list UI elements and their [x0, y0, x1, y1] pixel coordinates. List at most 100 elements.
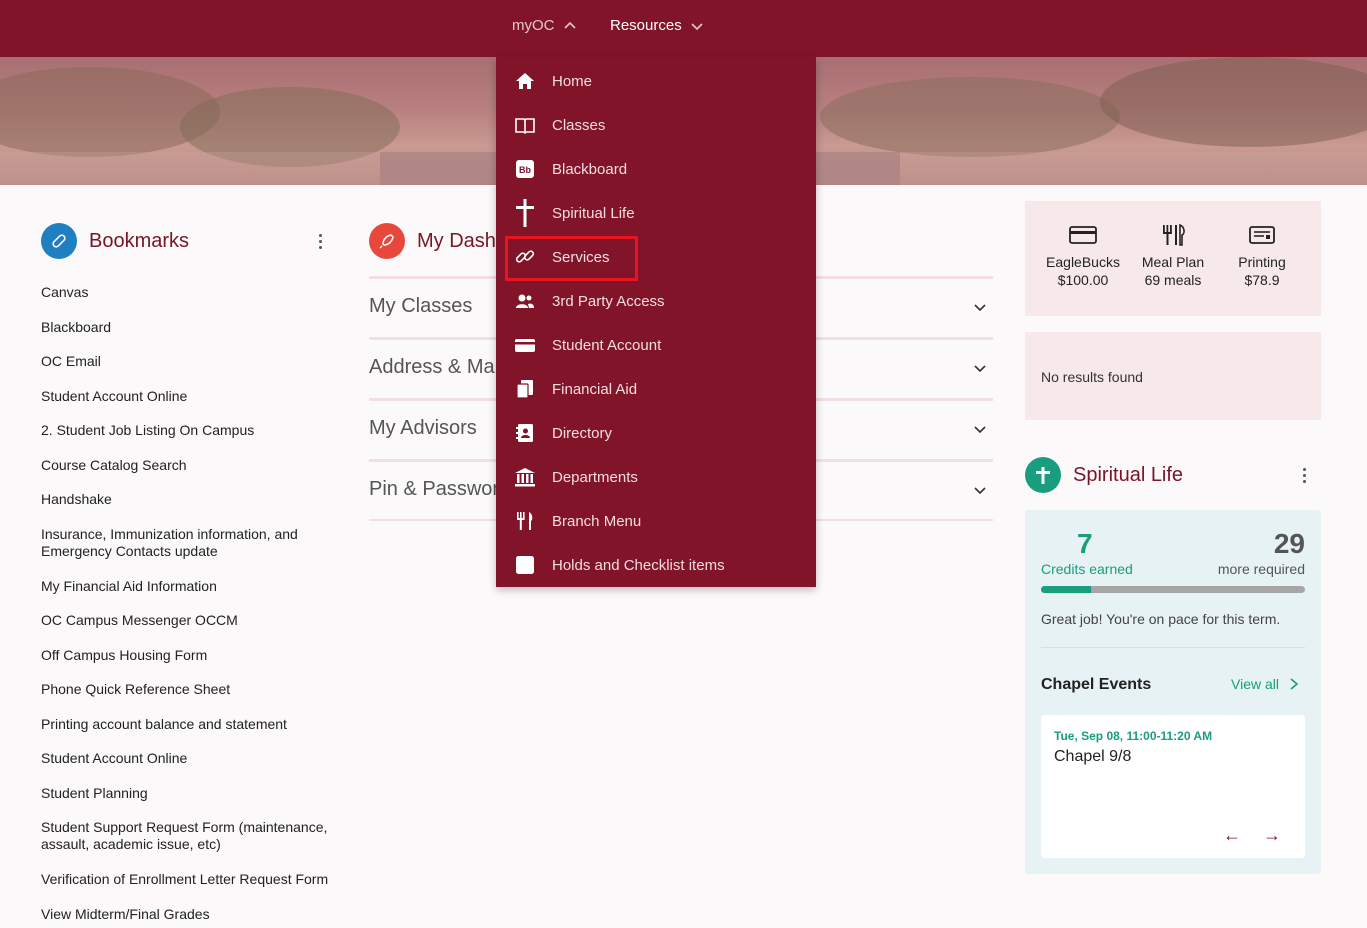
- nav-resources-label: Resources: [610, 17, 682, 34]
- bandage-icon: [41, 223, 77, 259]
- wallet-value: 69 meals: [1144, 272, 1202, 288]
- menu-item-label: Spiritual Life: [552, 204, 635, 222]
- event-date: Tue, Sep 08, 11:00-11:20 AM: [1054, 729, 1213, 743]
- chevron-down-icon: [691, 22, 703, 30]
- next-event-arrow[interactable]: →: [1263, 825, 1281, 846]
- credits-progress-fill: [1041, 586, 1092, 593]
- chapel-event-card[interactable]: Tue, Sep 08, 11:00-11:20 AM Chapel 9/8 ←…: [1041, 715, 1305, 858]
- bookmarks-more-icon[interactable]: [312, 231, 328, 251]
- resources-dropdown-menu: Home Classes Bb Blackboard Spiritual Lif…: [496, 57, 816, 587]
- view-all-link[interactable]: View all: [1231, 676, 1299, 692]
- menu-item-blackboard[interactable]: Bb Blackboard: [496, 147, 816, 191]
- credits-progress-bar: [1041, 586, 1305, 593]
- chevron-down-icon: [974, 486, 986, 494]
- nav-resources[interactable]: Resources: [610, 17, 704, 34]
- chevron-down-icon: [974, 303, 986, 311]
- accordion-label: My Classes: [369, 295, 473, 317]
- bookmark-link[interactable]: OC Campus Messenger OCCM: [41, 612, 238, 629]
- address-book-icon: [513, 421, 537, 445]
- svg-text:Bb: Bb: [519, 165, 531, 175]
- chevron-up-icon: [563, 21, 576, 29]
- dashboard-header: My Dash: [369, 223, 496, 259]
- menu-item-label: Departments: [552, 468, 638, 486]
- financial-aid-icon: [513, 377, 537, 401]
- menu-item-label: 3rd Party Access: [552, 292, 665, 310]
- bookmark-link[interactable]: Student Account Online: [41, 388, 187, 405]
- utensils-icon: [1163, 223, 1185, 246]
- menu-item-financial-aid[interactable]: Financial Aid: [496, 367, 816, 411]
- spiritual-divider: [1041, 647, 1305, 648]
- wallet-label: Printing: [1238, 254, 1286, 270]
- bookmark-link[interactable]: Canvas: [41, 284, 88, 301]
- bookmark-link[interactable]: View Midterm/Final Grades: [41, 906, 210, 923]
- building-icon: [513, 465, 537, 489]
- chevron-down-icon: [974, 364, 986, 372]
- no-results-text: No results found: [1041, 369, 1143, 385]
- bookmark-link[interactable]: Insurance, Immunization information, and…: [41, 526, 321, 560]
- menu-item-spiritual-life[interactable]: Spiritual Life: [496, 191, 816, 235]
- menu-item-home[interactable]: Home: [496, 59, 816, 103]
- bookmark-link[interactable]: Student Account Online: [41, 750, 187, 767]
- event-name: Chapel 9/8: [1054, 748, 1132, 765]
- bookmarks-header: Bookmarks: [41, 223, 189, 259]
- bookmark-link[interactable]: 2. Student Job Listing On Campus: [41, 422, 254, 439]
- menu-item-label: Blackboard: [552, 160, 628, 178]
- bookmark-link[interactable]: Course Catalog Search: [41, 457, 187, 474]
- menu-item-label: Financial Aid: [552, 380, 638, 398]
- menu-item-directory[interactable]: Directory: [496, 411, 816, 455]
- credit-card-icon: [513, 333, 537, 357]
- bookmark-link[interactable]: Blackboard: [41, 319, 111, 336]
- credits-earned-label: Credits earned: [1041, 561, 1133, 577]
- menu-item-classes[interactable]: Classes: [496, 103, 816, 147]
- bookmark-link[interactable]: OC Email: [41, 353, 101, 370]
- utensils-icon: [513, 509, 537, 533]
- wallet-meal-plan[interactable]: Meal Plan 69 meals: [1128, 223, 1218, 289]
- prev-event-arrow[interactable]: ←: [1223, 825, 1241, 846]
- wallet-eaglebucks[interactable]: EagleBucks $100.00: [1038, 223, 1128, 289]
- menu-item-branch-menu[interactable]: Branch Menu: [496, 499, 816, 543]
- notice-card: No results found: [1025, 332, 1321, 420]
- accordion-label: Address & Mai: [369, 356, 500, 378]
- users-icon: [513, 289, 537, 313]
- chapel-events-title: Chapel Events: [1041, 676, 1152, 693]
- bookmark-link[interactable]: My Financial Aid Information: [41, 578, 217, 595]
- bookmark-link[interactable]: Phone Quick Reference Sheet: [41, 681, 230, 698]
- card-icon: [1069, 226, 1097, 244]
- bookmark-link[interactable]: Verification of Enrollment Letter Reques…: [41, 871, 328, 888]
- credits-earned-number: 7: [1077, 528, 1093, 559]
- menu-item-student-account[interactable]: Student Account: [496, 323, 816, 367]
- book-icon: [513, 113, 537, 137]
- menu-item-label: Classes: [552, 116, 606, 134]
- menu-item-label: Branch Menu: [552, 512, 642, 530]
- menu-item-label: Home: [552, 72, 593, 90]
- more-required-label: more required: [1217, 561, 1305, 577]
- accordion-label: Pin & Passwor: [369, 478, 500, 500]
- menu-item-holds-checklist[interactable]: Holds and Checklist items: [496, 543, 816, 587]
- wallet-printing[interactable]: Printing $78.9: [1217, 223, 1307, 289]
- wallet-card: EagleBucks $100.00 Meal Plan 69 meals Pr…: [1025, 201, 1321, 316]
- accordion-label: My Advisors: [369, 417, 477, 439]
- home-icon: [513, 69, 537, 93]
- wallet-label: Meal Plan: [1141, 254, 1205, 270]
- nav-myoc-label: myOC: [512, 17, 555, 34]
- spiritual-life-more-icon[interactable]: [1296, 465, 1312, 485]
- dashboard-title: My Dash: [417, 229, 496, 252]
- menu-item-3rd-party-access[interactable]: 3rd Party Access: [496, 279, 816, 323]
- chevron-right-icon: [1290, 678, 1299, 690]
- bookmark-link[interactable]: Handshake: [41, 491, 112, 508]
- pace-message: Great job! You're on pace for this term.: [1041, 611, 1281, 627]
- chevron-down-icon: [974, 425, 986, 433]
- bookmark-link[interactable]: Printing account balance and statement: [41, 716, 287, 733]
- printer-icon: [1249, 226, 1275, 244]
- top-nav-bar: myOC Resources: [0, 0, 1367, 57]
- menu-item-label: Directory: [552, 424, 613, 442]
- nav-myoc[interactable]: myOC: [512, 17, 577, 34]
- blackboard-icon: Bb: [513, 157, 537, 181]
- bookmark-link[interactable]: Student Planning: [41, 785, 148, 802]
- bookmark-link[interactable]: Off Campus Housing Form: [41, 647, 207, 664]
- menu-item-label: Student Account: [552, 336, 662, 354]
- bookmark-link[interactable]: Student Support Request Form (maintenanc…: [41, 819, 336, 853]
- bookmarks-title: Bookmarks: [89, 229, 190, 252]
- menu-item-departments[interactable]: Departments: [496, 455, 816, 499]
- spiritual-life-card: 7 Credits earned 29 more required Great …: [1025, 510, 1321, 874]
